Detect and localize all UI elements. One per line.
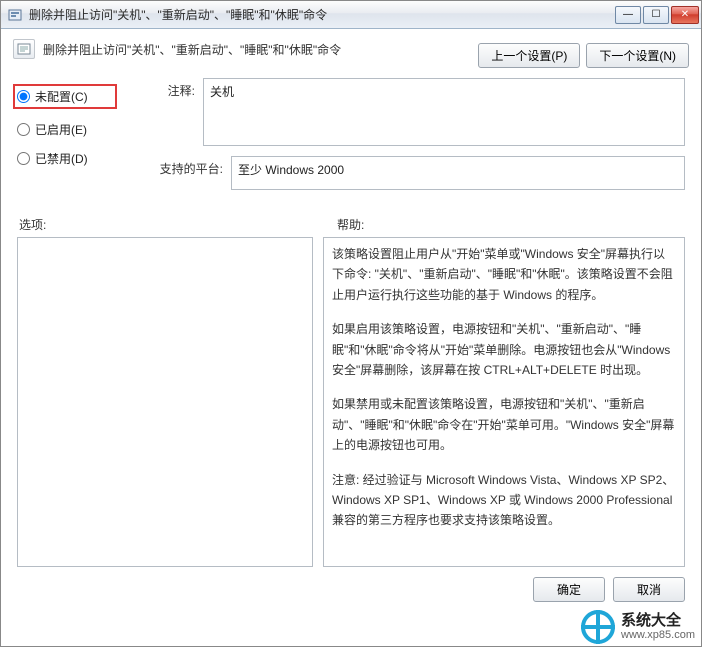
minimize-button[interactable]: — — [615, 6, 641, 24]
comment-label: 注释: — [135, 78, 195, 99]
maximize-button[interactable]: ☐ — [643, 6, 669, 24]
next-setting-button[interactable]: 下一个设置(N) — [586, 43, 689, 68]
policy-icon — [7, 7, 23, 23]
policy-title-text: 删除并阻止访问"关机"、"重新启动"、"睡眠"和"休眠"命令 — [43, 39, 470, 58]
cancel-button[interactable]: 取消 — [613, 577, 685, 602]
radio-not-configured-input[interactable] — [17, 90, 30, 103]
radio-disabled-label: 已禁用(D) — [35, 150, 88, 167]
help-paragraph-3: 如果禁用或未配置该策略设置，电源按钮和"关机"、"重新启动"、"睡眠"和"休眠"… — [332, 394, 676, 455]
help-paragraph-1: 该策略设置阻止用户从"开始"菜单或"Windows 安全"屏幕执行以下命令: "… — [332, 244, 676, 305]
platform-box: 至少 Windows 2000 — [231, 156, 685, 190]
radio-enabled-label: 已启用(E) — [35, 121, 87, 138]
window-buttons: — ☐ ✕ — [615, 6, 699, 24]
watermark: 系统大全 www.xp85.com — [581, 610, 695, 644]
nav-buttons: 上一个设置(P) 下一个设置(N) — [478, 43, 689, 68]
document-icon — [13, 39, 35, 59]
state-radio-group: 未配置(C) 已启用(E) 已禁用(D) — [17, 78, 117, 167]
ok-button[interactable]: 确定 — [533, 577, 605, 602]
radio-not-configured-label: 未配置(C) — [35, 88, 88, 105]
platform-label: 支持的平台: — [135, 156, 223, 177]
radio-enabled-input[interactable] — [17, 123, 30, 136]
radio-disabled[interactable]: 已禁用(D) — [17, 150, 117, 167]
help-heading: 帮助: — [317, 216, 685, 233]
window-title: 删除并阻止访问"关机"、"重新启动"、"睡眠"和"休眠"命令 — [29, 6, 615, 23]
options-pane — [17, 237, 313, 567]
comment-value: 关机 — [210, 85, 234, 99]
dialog-footer: 确定 取消 — [1, 567, 701, 612]
subheader: 删除并阻止访问"关机"、"重新启动"、"睡眠"和"休眠"命令 上一个设置(P) … — [1, 29, 701, 74]
watermark-line1: 系统大全 — [621, 613, 695, 630]
previous-setting-button[interactable]: 上一个设置(P) — [478, 43, 580, 68]
radio-not-configured[interactable]: 未配置(C) — [13, 84, 117, 109]
radio-enabled[interactable]: 已启用(E) — [17, 121, 117, 138]
watermark-line2: www.xp85.com — [621, 629, 695, 641]
help-pane[interactable]: 该策略设置阻止用户从"开始"菜单或"Windows 安全"屏幕执行以下命令: "… — [323, 237, 685, 567]
titlebar: 删除并阻止访问"关机"、"重新启动"、"睡眠"和"休眠"命令 — ☐ ✕ — [1, 1, 701, 29]
comment-textarea[interactable]: 关机 — [203, 78, 685, 146]
platform-value: 至少 Windows 2000 — [238, 163, 344, 177]
options-heading: 选项: — [17, 216, 317, 233]
help-paragraph-2: 如果启用该策略设置，电源按钮和"关机"、"重新启动"、"睡眠"和"休眠"命令将从… — [332, 319, 676, 380]
watermark-logo-icon — [581, 610, 615, 644]
help-paragraph-4: 注意: 经过验证与 Microsoft Windows Vista、Window… — [332, 470, 676, 531]
radio-disabled-input[interactable] — [17, 152, 30, 165]
close-button[interactable]: ✕ — [671, 6, 699, 24]
